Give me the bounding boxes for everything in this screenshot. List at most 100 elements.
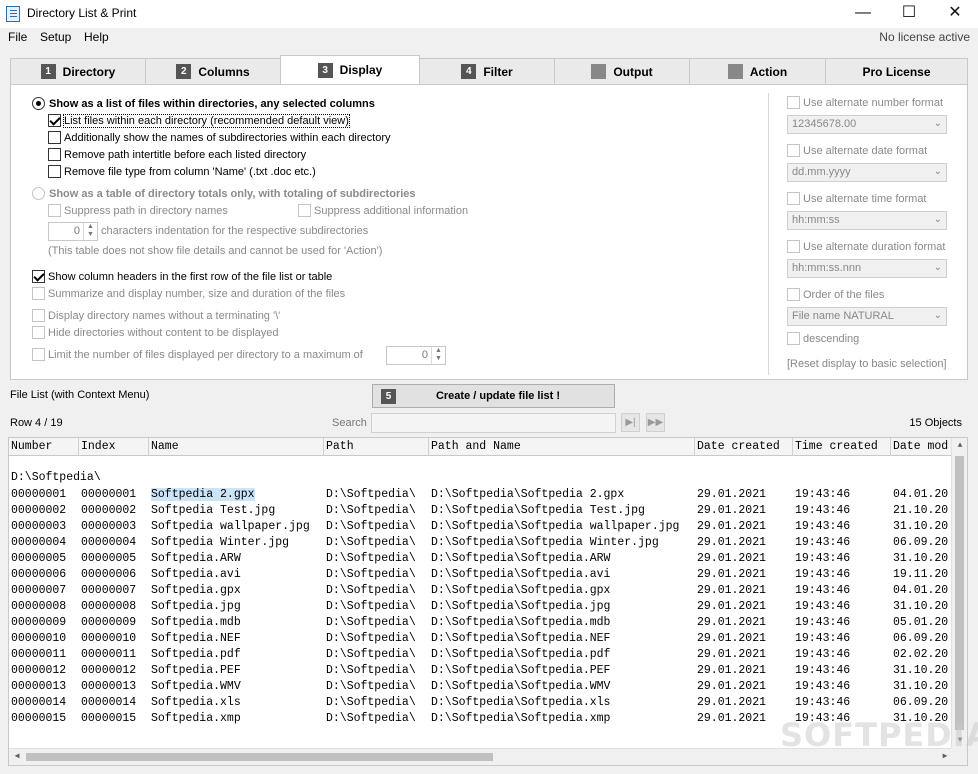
- radio-list-mode[interactable]: Show as a list of files within directori…: [32, 97, 375, 110]
- menu-file[interactable]: File: [8, 30, 27, 44]
- cell-path[interactable]: D:\Softpedia\: [324, 599, 429, 615]
- menu-setup[interactable]: Setup: [40, 30, 71, 44]
- cell-time-created[interactable]: 19:43:46: [793, 663, 891, 679]
- cell-name[interactable]: Softpedia.pdf: [149, 647, 324, 663]
- minimize-button[interactable]: —: [840, 0, 886, 28]
- cell-date-created[interactable]: 29.01.2021: [695, 663, 793, 679]
- cell-path-and-name[interactable]: D:\Softpedia\Softpedia.NEF: [429, 631, 695, 647]
- cell-date-created[interactable]: 29.01.2021: [695, 535, 793, 551]
- cell-date-created[interactable]: 29.01.2021: [695, 567, 793, 583]
- table-row[interactable]: 00000005 00000005 Softpedia.ARW D:\Softpedi…: [9, 551, 953, 567]
- cell-number[interactable]: 00000001: [9, 487, 79, 503]
- checkbox-list-files[interactable]: List files within each directory (recomm…: [48, 113, 350, 128]
- cell-path[interactable]: D:\Softpedia\: [324, 663, 429, 679]
- cell-name[interactable]: Softpedia 2.gpx: [149, 487, 324, 503]
- cell-number[interactable]: 00000009: [9, 615, 79, 631]
- column-header-name[interactable]: Name: [149, 438, 324, 456]
- cell-date-created[interactable]: 29.01.2021: [695, 503, 793, 519]
- checkbox-show-subdirs[interactable]: Additionally show the names of subdirect…: [48, 131, 391, 144]
- cell-index[interactable]: 00000005: [79, 551, 149, 567]
- cell-number[interactable]: 00000014: [9, 695, 79, 711]
- cell-number[interactable]: 00000005: [9, 551, 79, 567]
- scroll-thumb[interactable]: [955, 456, 964, 730]
- cell-path-and-name[interactable]: D:\Softpedia\Softpedia.PEF: [429, 663, 695, 679]
- cell-time-created[interactable]: 19:43:46: [793, 487, 891, 503]
- cell-path[interactable]: D:\Softpedia\: [324, 583, 429, 599]
- cell-time-created[interactable]: 19:43:46: [793, 695, 891, 711]
- cell-name[interactable]: Softpedia.xls: [149, 695, 324, 711]
- cell-index[interactable]: 00000003: [79, 519, 149, 535]
- number-format-select[interactable]: 12345678.00 ⌄: [787, 115, 947, 134]
- cell-path[interactable]: D:\Softpedia\: [324, 647, 429, 663]
- cell-date-created[interactable]: 29.01.2021: [695, 551, 793, 567]
- table-row[interactable]: 00000011 00000011 Softpedia.pdf D:\Softpedi…: [9, 647, 953, 663]
- cell-time-created[interactable]: 19:43:46: [793, 647, 891, 663]
- cell-name[interactable]: Softpedia.NEF: [149, 631, 324, 647]
- cell-time-created[interactable]: 19:43:46: [793, 615, 891, 631]
- cell-index[interactable]: 00000008: [79, 599, 149, 615]
- checkbox-hide-empty[interactable]: Hide directories without content to be d…: [32, 326, 279, 339]
- cell-path[interactable]: D:\Softpedia\: [324, 711, 429, 727]
- checkbox-file-order[interactable]: Order of the files: [787, 288, 884, 301]
- cell-index[interactable]: 00000006: [79, 567, 149, 583]
- checkbox-descending[interactable]: descending: [787, 332, 859, 345]
- tab-pro-license[interactable]: Pro License: [825, 58, 968, 84]
- tab-directory[interactable]: 1 Directory: [10, 58, 146, 84]
- cell-number[interactable]: 00000006: [9, 567, 79, 583]
- checkbox-alt-duration[interactable]: Use alternate duration format: [787, 240, 945, 253]
- stepper-arrows-icon[interactable]: ▲ ▼: [83, 223, 97, 240]
- maximize-button[interactable]: ☐: [886, 0, 932, 28]
- date-format-select[interactable]: dd.mm.yyyy ⌄: [787, 163, 947, 182]
- cell-name[interactable]: Softpedia.avi: [149, 567, 324, 583]
- table-row[interactable]: 00000002 00000002 Softpedia Test.jpg D:\Sof…: [9, 503, 953, 519]
- cell-number[interactable]: 00000011: [9, 647, 79, 663]
- cell-number[interactable]: 00000004: [9, 535, 79, 551]
- stepper-arrows-icon[interactable]: ▲ ▼: [431, 347, 445, 364]
- cell-path-and-name[interactable]: D:\Softpedia\Softpedia Winter.jpg: [429, 535, 695, 551]
- column-header-date-created[interactable]: Date created: [695, 438, 793, 456]
- cell-time-created[interactable]: 19:43:46: [793, 599, 891, 615]
- cell-path-and-name[interactable]: D:\Softpedia\Softpedia.ARW: [429, 551, 695, 567]
- table-row[interactable]: 00000012 00000012 Softpedia.PEF D:\Softpedi…: [9, 663, 953, 679]
- column-header-time-created[interactable]: Time created: [793, 438, 891, 456]
- table-row[interactable]: 00000006 00000006 Softpedia.avi D:\Softpedi…: [9, 567, 953, 583]
- table-row[interactable]: 00000004 00000004 Softpedia Winter.jpg D:\S…: [9, 535, 953, 551]
- time-format-select[interactable]: hh:mm:ss ⌄: [787, 211, 947, 230]
- checkbox-suppress-info[interactable]: Suppress additional information: [298, 204, 468, 217]
- cell-path-and-name[interactable]: D:\Softpedia\Softpedia.xls: [429, 695, 695, 711]
- cell-name[interactable]: Softpedia.mdb: [149, 615, 324, 631]
- cell-date-created[interactable]: 29.01.2021: [695, 487, 793, 503]
- cell-name[interactable]: Softpedia.gpx: [149, 583, 324, 599]
- cell-path-and-name[interactable]: D:\Softpedia\Softpedia.pdf: [429, 647, 695, 663]
- cell-time-created[interactable]: 19:43:46: [793, 503, 891, 519]
- cell-path[interactable]: D:\Softpedia\: [324, 695, 429, 711]
- scroll-thumb[interactable]: [26, 753, 493, 761]
- search-next-icon[interactable]: ▶|: [621, 413, 640, 432]
- scroll-left-icon[interactable]: ◀: [9, 749, 25, 765]
- cell-path-and-name[interactable]: D:\Softpedia\Softpedia.WMV: [429, 679, 695, 695]
- cell-time-created[interactable]: 19:43:46: [793, 551, 891, 567]
- table-row[interactable]: 00000007 00000007 Softpedia.gpx D:\Softpedi…: [9, 583, 953, 599]
- cell-name[interactable]: Softpedia.jpg: [149, 599, 324, 615]
- cell-date-created[interactable]: 29.01.2021: [695, 679, 793, 695]
- cell-number[interactable]: 00000008: [9, 599, 79, 615]
- cell-index[interactable]: 00000010: [79, 631, 149, 647]
- cell-path-and-name[interactable]: D:\Softpedia\Softpedia Test.jpg: [429, 503, 695, 519]
- cell-number[interactable]: 00000013: [9, 679, 79, 695]
- cell-date-created[interactable]: 29.01.2021: [695, 615, 793, 631]
- cell-name[interactable]: Softpedia wallpaper.jpg: [149, 519, 324, 535]
- cell-path[interactable]: D:\Softpedia\: [324, 535, 429, 551]
- cell-index[interactable]: 00000014: [79, 695, 149, 711]
- file-order-select[interactable]: File name NATURAL ⌄: [787, 307, 947, 326]
- cell-number[interactable]: 00000002: [9, 503, 79, 519]
- cell-date-created[interactable]: 29.01.2021: [695, 599, 793, 615]
- checkbox-limit-files[interactable]: Limit the number of files displayed per …: [32, 348, 363, 361]
- cell-index[interactable]: 00000001: [79, 487, 149, 503]
- cell-time-created[interactable]: 19:43:46: [793, 567, 891, 583]
- cell-name[interactable]: Softpedia.xmp: [149, 711, 324, 727]
- cell-index[interactable]: 00000009: [79, 615, 149, 631]
- tab-display[interactable]: 3 Display: [280, 55, 420, 84]
- checkbox-alt-number[interactable]: Use alternate number format: [787, 96, 943, 109]
- reset-display-link[interactable]: [Reset display to basic selection]: [787, 358, 947, 370]
- menu-help[interactable]: Help: [84, 30, 109, 44]
